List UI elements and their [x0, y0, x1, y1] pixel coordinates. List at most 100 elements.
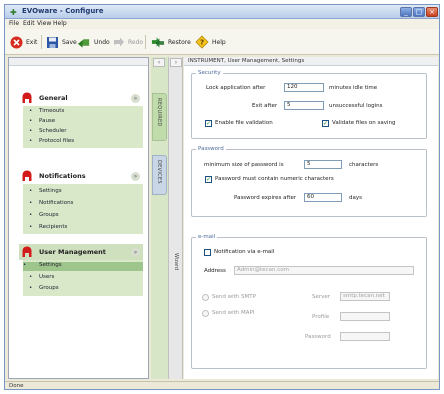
- section-notifications-items: Settings Notifications Groups Recipients: [23, 184, 143, 234]
- tab-required[interactable]: REQUIRED: [152, 93, 167, 141]
- wizard-strip: › Wizard: [168, 57, 183, 379]
- lock-minutes-input[interactable]: 120: [284, 83, 324, 92]
- configure-window: ✚ EVOware - Configure _ □ × File Edit Vi…: [4, 4, 440, 390]
- nav-item-scheduler[interactable]: Scheduler: [29, 128, 67, 134]
- minimize-button[interactable]: _: [400, 7, 412, 17]
- save-icon: [45, 35, 59, 49]
- svg-text:?: ?: [200, 39, 204, 47]
- nav-right-icon[interactable]: ›: [170, 58, 182, 67]
- menu-help[interactable]: Help: [53, 20, 67, 27]
- menu-view[interactable]: View: [37, 20, 51, 27]
- exit-button[interactable]: Exit: [9, 34, 37, 50]
- email-group: e-mail Notification via e-mail Address A…: [191, 234, 427, 369]
- tab-devices[interactable]: DEVICES: [152, 155, 167, 195]
- help-button[interactable]: ? Help: [195, 34, 226, 50]
- exit-icon: [9, 35, 23, 49]
- security-title: Security: [196, 70, 223, 76]
- nav-header: [9, 58, 148, 66]
- min-size-label: minimum size of password is: [204, 162, 284, 168]
- title-bar: ✚ EVOware - Configure _ □ ×: [5, 5, 439, 19]
- app-icon: ✚: [10, 8, 17, 17]
- section-general-items: Timeouts Pause Scheduler Protocol files: [23, 106, 143, 148]
- collapse-icon[interactable]: »: [131, 172, 140, 181]
- password-title: Password: [196, 146, 226, 152]
- menu-file[interactable]: File: [9, 20, 19, 27]
- status-bar: Done: [5, 381, 439, 389]
- section-general[interactable]: General »: [19, 90, 143, 106]
- undo-icon: [77, 35, 91, 49]
- nav-item-recipients[interactable]: Recipients: [29, 224, 67, 230]
- collapse-icon[interactable]: »: [131, 248, 140, 257]
- exit-after-label: Exit after: [252, 103, 278, 109]
- validate-saving-checkbox[interactable]: ✓: [322, 120, 329, 127]
- numeric-checkbox[interactable]: ✓: [205, 176, 212, 183]
- wizard-tab[interactable]: Wizard: [173, 253, 179, 270]
- save-label: Save: [62, 38, 77, 46]
- nav-item-users[interactable]: Users: [29, 274, 54, 280]
- head-icon: [22, 246, 32, 258]
- nav-item-groups[interactable]: Groups: [29, 212, 59, 218]
- email-notify-label: Notification via e-mail: [214, 249, 275, 255]
- section-general-title: General: [39, 94, 68, 102]
- section-notifications-title: Notifications: [39, 172, 86, 180]
- section-notifications[interactable]: Notifications »: [19, 168, 143, 184]
- redo-label: Redo: [128, 38, 144, 46]
- validate-saving-label: Validate files on saving: [332, 120, 396, 126]
- password-field-label: Password: [305, 334, 331, 340]
- password-group: Password minimum size of password is 5 c…: [191, 146, 427, 217]
- navigation-pane: General » Timeouts Pause Scheduler Proto…: [8, 57, 149, 379]
- section-user-management[interactable]: User Management »: [19, 244, 143, 260]
- restore-button[interactable]: Restore: [151, 34, 191, 50]
- restore-label: Restore: [168, 38, 191, 46]
- nav-item-notifications[interactable]: Notifications: [29, 200, 73, 206]
- section-user-management-title: User Management: [39, 248, 106, 256]
- nav-item-settings[interactable]: Settings: [29, 188, 62, 194]
- min-size-input[interactable]: 5: [304, 160, 342, 169]
- profile-label: Profile: [312, 314, 330, 320]
- numeric-label: Password must contain numeric characters: [215, 176, 334, 182]
- undo-label: Undo: [94, 38, 110, 46]
- close-button[interactable]: ×: [426, 7, 438, 17]
- redo-button[interactable]: Redo: [111, 34, 143, 50]
- expires-label: Password expires after: [234, 195, 297, 201]
- lock-label: Lock application after: [206, 85, 266, 91]
- nav-item-settings-selected[interactable]: Settings: [23, 262, 143, 271]
- lock-unit: minutes idle time: [329, 85, 378, 91]
- nav-item-groups[interactable]: Groups: [29, 285, 59, 291]
- min-size-unit: characters: [349, 162, 379, 168]
- head-icon: [22, 170, 32, 182]
- email-password-input[interactable]: [340, 332, 390, 341]
- smtp-radio[interactable]: [202, 294, 209, 301]
- nav-left-icon[interactable]: ‹: [153, 58, 165, 67]
- undo-button[interactable]: Undo: [77, 34, 110, 50]
- help-label: Help: [212, 38, 226, 46]
- file-validation-checkbox[interactable]: ✓: [205, 120, 212, 127]
- email-notify-checkbox[interactable]: [204, 249, 211, 256]
- security-group: Security Lock application after 120 minu…: [191, 70, 427, 139]
- profile-input[interactable]: [340, 312, 390, 321]
- maximize-button[interactable]: □: [413, 7, 425, 17]
- toolbar: Exit Save Undo Redo Restore ? Help: [5, 29, 439, 55]
- expires-input[interactable]: 60: [304, 193, 342, 202]
- address-input[interactable]: Admin@tecan.com: [234, 266, 414, 275]
- exit-label: Exit: [26, 38, 38, 46]
- file-validation-label: Enable file validation: [215, 120, 273, 126]
- help-icon: ?: [195, 35, 209, 49]
- mapi-radio[interactable]: [202, 310, 209, 317]
- server-input[interactable]: smtp.tecan.net: [340, 292, 390, 301]
- address-label: Address: [204, 268, 226, 274]
- save-button[interactable]: Save: [45, 34, 77, 50]
- menu-edit[interactable]: Edit: [23, 20, 35, 27]
- nav-item-protocol-files[interactable]: Protocol files: [29, 138, 74, 144]
- collapse-icon[interactable]: »: [131, 94, 140, 103]
- breadcrumb: INSTRUMENT, User Management, Settings: [184, 57, 438, 66]
- nav-item-pause[interactable]: Pause: [29, 118, 55, 124]
- smtp-label: Send with SMTP: [212, 294, 256, 300]
- nav-item-timeouts[interactable]: Timeouts: [29, 108, 64, 114]
- section-user-management-items: Settings Users Groups: [23, 260, 143, 296]
- exit-after-input[interactable]: 5: [284, 101, 324, 110]
- vertical-tab-strip: ‹ REQUIRED DEVICES: [151, 57, 168, 379]
- menu-bar: File Edit View Help: [5, 19, 439, 29]
- server-label: Server: [312, 294, 331, 300]
- head-icon: [22, 92, 32, 104]
